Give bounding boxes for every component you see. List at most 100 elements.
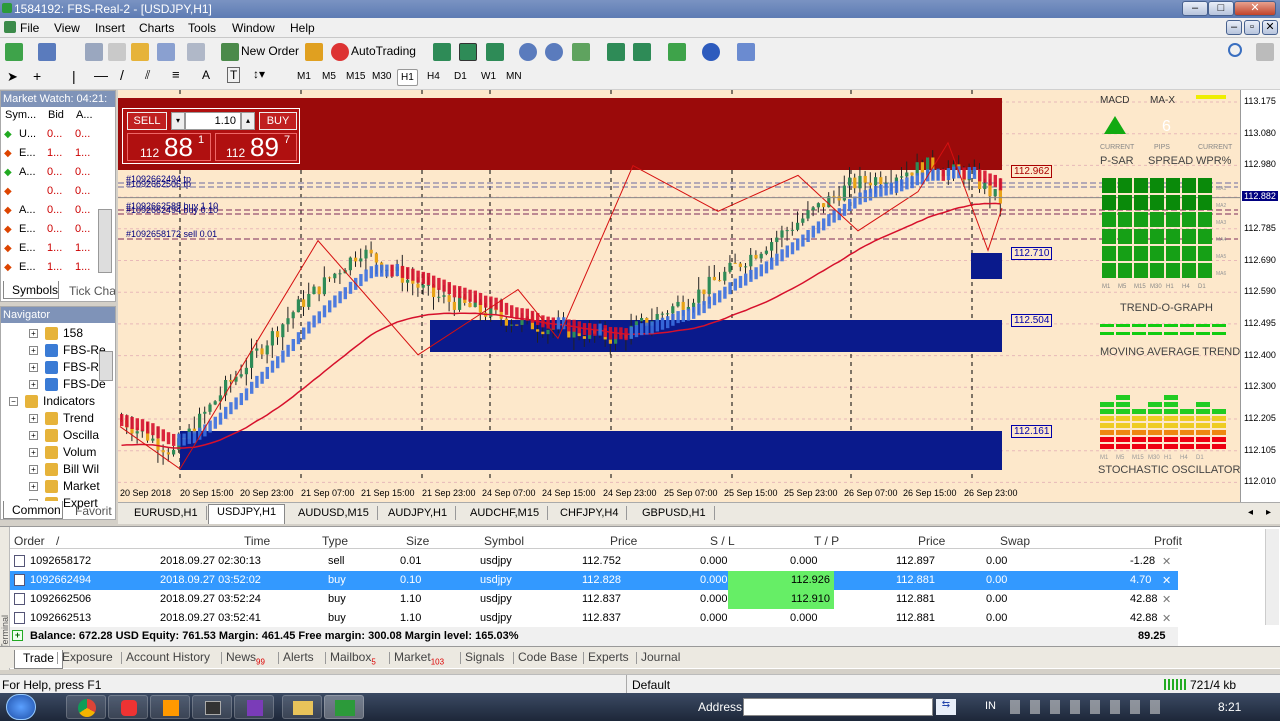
close-order-icon[interactable]: ✕ [1162, 612, 1171, 625]
market-watch-icon[interactable] [85, 43, 103, 61]
navigator-item[interactable]: + FBS-De [1, 376, 113, 393]
terminal-tab[interactable]: Trade [14, 650, 63, 670]
search-icon[interactable] [1228, 43, 1242, 57]
expand-icon[interactable]: + [29, 329, 38, 338]
menu-charts[interactable]: Charts [139, 21, 174, 35]
terminal-tab[interactable]: Alerts [283, 650, 314, 666]
navigator-icon[interactable] [131, 43, 149, 61]
menu-insert[interactable]: Insert [95, 21, 125, 35]
chart-tab[interactable]: AUDCHF,M15 [462, 506, 549, 520]
order-label-tp2[interactable]: #1092662506 tp [126, 179, 191, 189]
menu-tools[interactable]: Tools [188, 21, 216, 35]
text-icon[interactable]: A [202, 68, 210, 82]
expand-icon[interactable]: − [9, 397, 18, 406]
new-order-icon[interactable] [221, 43, 239, 61]
zoom-in-icon[interactable] [519, 43, 537, 61]
menu-file[interactable]: File [20, 21, 39, 35]
terminal-tab[interactable]: News99 [226, 650, 265, 666]
vertical-line-icon[interactable]: | [72, 68, 76, 84]
lot-size-input[interactable]: 1.10 [185, 112, 241, 130]
navigator-item[interactable]: + Market [1, 478, 113, 495]
start-button[interactable] [6, 694, 36, 720]
navigator-item[interactable]: + Oscilla [1, 427, 113, 444]
go-icon[interactable]: ⇆ [936, 699, 956, 715]
terminal-tab[interactable]: Mailbox5 [330, 650, 376, 666]
chart-tab[interactable]: USDJPY,H1 [208, 504, 286, 524]
market-watch-row[interactable]: ◆ E... 1... 1... [1, 145, 115, 164]
tf-m5[interactable]: M5 [319, 69, 339, 84]
indicators-icon[interactable] [668, 43, 686, 61]
bar-chart-icon[interactable] [433, 43, 451, 61]
horizontal-line-icon[interactable]: — [94, 67, 108, 83]
terminal-col-header[interactable]: Price [610, 534, 637, 548]
market-watch-row[interactable]: ◆ A... 0... 0... [1, 164, 115, 183]
trade-tp[interactable]: 112.926 [728, 571, 834, 590]
new-chart-icon[interactable] [5, 43, 23, 61]
mw-col-bid[interactable]: Bid [48, 109, 64, 121]
chart-tab[interactable]: EURUSD,H1 [126, 506, 207, 520]
buy-button[interactable]: BUY [259, 112, 297, 130]
tab-favorites[interactable]: Favorit [67, 502, 115, 519]
add-icon[interactable]: + [12, 630, 23, 641]
terminal-col-header[interactable]: T / P [814, 534, 839, 548]
expand-icon[interactable]: + [29, 414, 38, 423]
language-indicator[interactable]: IN [985, 700, 996, 712]
terminal-tab[interactable]: Market103 [394, 650, 444, 666]
navigator-item[interactable]: + 158 [1, 325, 113, 342]
metaeditor-icon[interactable] [305, 43, 323, 61]
mw-col-ask[interactable]: A... [76, 109, 93, 121]
crosshair-icon[interactable]: + [33, 68, 41, 84]
chart-tab[interactable]: AUDJPY,H1 [380, 506, 457, 520]
taskbar-app-icon[interactable] [108, 695, 148, 719]
taskbar-media-icon[interactable] [150, 695, 190, 719]
chat-icon[interactable] [1256, 43, 1274, 61]
templates-icon[interactable] [737, 43, 755, 61]
price-chart[interactable]: 20 Sep 2018 20 Sep 15:00 20 Sep 23:00 21 Se… [118, 90, 1240, 502]
tile-windows-icon[interactable] [572, 43, 590, 61]
taskbar-vs-icon[interactable] [234, 695, 274, 719]
order-label-sell[interactable]: #1092658172 sell 0.01 [126, 229, 217, 239]
navigator-scrollbar[interactable] [99, 351, 113, 381]
close-order-icon[interactable]: ✕ [1162, 593, 1171, 606]
close-button[interactable]: ✕ [1234, 1, 1276, 16]
buy-price[interactable]: 112 89 7 [215, 132, 297, 162]
expand-icon[interactable]: + [29, 346, 38, 355]
tray-icons[interactable] [1010, 700, 1160, 714]
navigator-item[interactable]: + FBS-Re [1, 342, 113, 359]
terminal-tab[interactable]: Account History [126, 650, 210, 666]
data-window-icon[interactable] [108, 43, 126, 61]
terminal-col-header[interactable]: Size [406, 534, 429, 548]
navigator-item[interactable]: + Volum [1, 444, 113, 461]
periods-icon[interactable] [702, 43, 720, 61]
trade-row[interactable]: 1092662494 2018.09.27 03:52:02 buy 0.10 usdj… [10, 571, 1178, 590]
chart-shift-icon[interactable] [633, 43, 651, 61]
sell-price[interactable]: 112 88 1 [127, 132, 211, 162]
terminal-tab[interactable]: Experts [588, 650, 629, 666]
navigator-item[interactable]: − Indicators [1, 393, 113, 410]
line-chart-icon[interactable] [486, 43, 504, 61]
terminal-tab[interactable]: Exposure [62, 650, 113, 666]
trade-row[interactable]: 1092658172 2018.09.27 02:30:13 sell 0.01 usd… [10, 552, 1178, 571]
trendline-icon[interactable]: / [120, 67, 124, 83]
terminal-col-header[interactable]: Symbol [484, 534, 524, 548]
sell-button[interactable]: SELL [127, 112, 167, 130]
autotrading-icon[interactable] [331, 43, 349, 61]
terminal-icon[interactable] [157, 43, 175, 61]
terminal-tab[interactable]: Signals [465, 650, 504, 666]
lot-decrease-button[interactable]: ▾ [171, 112, 185, 130]
expand-icon[interactable]: + [29, 482, 38, 491]
taskbar-chrome-icon[interactable] [66, 695, 106, 719]
terminal-tab[interactable]: Journal [641, 650, 680, 666]
tf-m15[interactable]: M15 [343, 69, 368, 84]
terminal-scrollbar[interactable] [1265, 529, 1279, 625]
expand-icon[interactable]: + [29, 380, 38, 389]
zoom-out-icon[interactable] [545, 43, 563, 61]
tab-scroll-right-icon[interactable]: ▸ [1266, 507, 1271, 518]
new-order-button[interactable]: New Order [241, 44, 299, 58]
tf-h4[interactable]: H4 [424, 69, 443, 84]
channel-icon[interactable]: ⫽ [145, 68, 150, 83]
menu-help[interactable]: Help [290, 21, 315, 35]
chart-tab[interactable]: CHFJPY,H4 [552, 506, 628, 520]
mw-col-symbol[interactable]: Sym... [5, 109, 36, 121]
trade-row[interactable]: 1092662506 2018.09.27 03:52:24 buy 1.10 usdj… [10, 590, 1178, 609]
